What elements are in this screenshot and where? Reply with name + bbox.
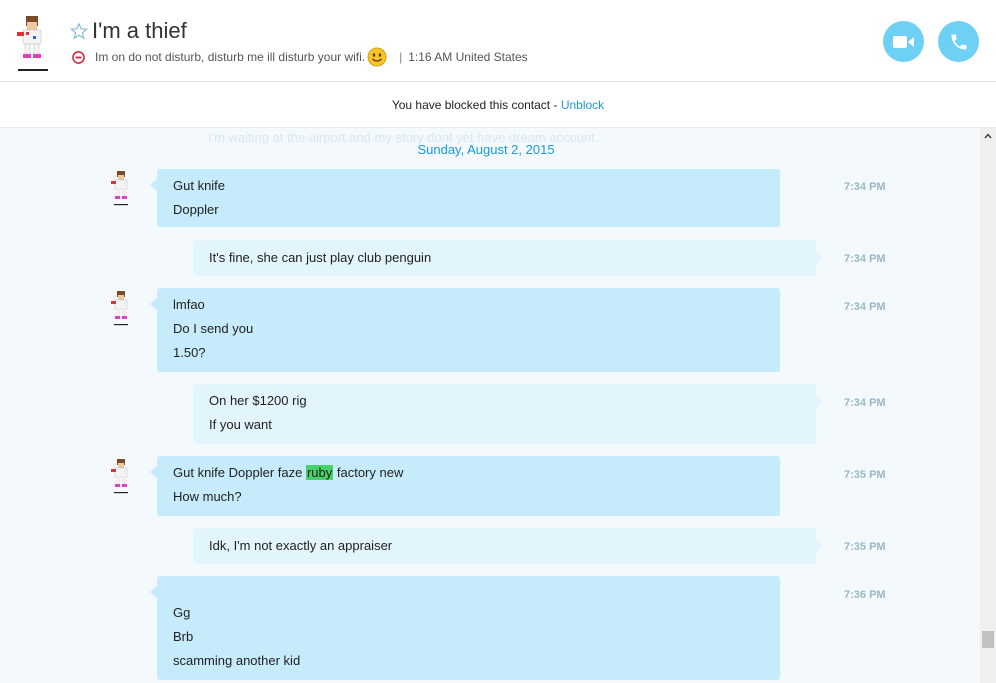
message-time: 7:34 PM — [844, 301, 886, 313]
message-bubble[interactable]: Gut knife Doppler — [150, 169, 780, 227]
message-text: It's fine, she can just play club pengui… — [209, 250, 432, 265]
video-camera-icon — [892, 35, 914, 48]
date-separator: Sunday, August 2, 2015 — [417, 142, 555, 157]
smile-emoji-icon — [367, 47, 387, 67]
phone-icon — [951, 34, 966, 49]
message-time: 7:35 PM — [844, 469, 886, 481]
message-bubble[interactable]: Gut knife Doppler faze ruby factory new … — [150, 456, 780, 516]
mood-message: Im on do not disturb, disturb me ill dis… — [95, 50, 366, 64]
conversation-history[interactable]: I'm waiting at the airport and my story … — [0, 128, 980, 683]
contact-avatar-small[interactable] — [108, 170, 134, 206]
message-text: Gut knife Doppler faze ruby factory new — [173, 461, 764, 485]
star-icon[interactable] — [70, 22, 88, 40]
message-text: On her $1200 rig — [209, 393, 307, 408]
audio-call-button[interactable] — [938, 21, 979, 62]
message-text: Do I send you — [173, 321, 254, 336]
message-time: 7:35 PM — [844, 541, 886, 553]
do-not-disturb-icon — [72, 50, 85, 64]
video-call-button[interactable] — [883, 21, 924, 62]
message-text: How much? — [173, 489, 242, 504]
contact-avatar-small[interactable] — [108, 290, 134, 326]
message-text-part: Gut knife Doppler faze — [173, 465, 306, 480]
search-highlight: ruby — [305, 465, 334, 480]
message-text: Gg — [173, 605, 191, 620]
contact-name: I'm a thief — [92, 18, 187, 43]
message-text: Doppler — [173, 202, 219, 217]
message-text: 1.50? — [173, 345, 206, 360]
message-text: Brb — [173, 629, 194, 644]
blocked-contact-banner: You have blocked this contact - Unblock — [0, 82, 996, 128]
message-time: 7:34 PM — [844, 397, 886, 409]
message-text: Gut knife — [173, 178, 226, 193]
local-time: 1:16 AM United States — [408, 50, 528, 64]
message-text: scamming another kid — [173, 653, 301, 668]
message-bubble[interactable]: Gg Brb scamming another kid — [150, 576, 780, 680]
message-time: 7:34 PM — [844, 253, 886, 265]
contact-avatar[interactable] — [12, 14, 52, 72]
contact-avatar-small[interactable] — [108, 458, 134, 494]
message-text-part: factory new — [333, 465, 404, 480]
message-time: 7:34 PM — [844, 181, 886, 193]
scroll-up-button[interactable] — [980, 128, 996, 144]
chat-scrollbar[interactable] — [980, 128, 996, 683]
message-time: 7:36 PM — [844, 589, 886, 601]
conversation-header: I'm a thief Im on do not disturb, distur… — [0, 0, 996, 82]
message-text: Idk, I'm not exactly an appraiser — [209, 538, 393, 553]
message-text: lmfao — [173, 297, 205, 312]
message-bubble[interactable]: lmfao Do I send you 1.50? — [150, 288, 780, 372]
message-bubble[interactable]: Idk, I'm not exactly an appraiser — [193, 528, 823, 564]
unblock-link[interactable]: Unblock — [561, 98, 604, 112]
message-text: If you want — [209, 417, 272, 432]
separator: | — [399, 50, 403, 64]
chevron-up-icon — [984, 133, 992, 139]
blocked-notice: You have blocked this contact - — [391, 98, 561, 112]
message-bubble[interactable]: It's fine, she can just play club pengui… — [193, 240, 823, 276]
scroll-thumb[interactable] — [982, 631, 994, 648]
message-bubble[interactable]: On her $1200 rig If you want — [193, 384, 823, 444]
